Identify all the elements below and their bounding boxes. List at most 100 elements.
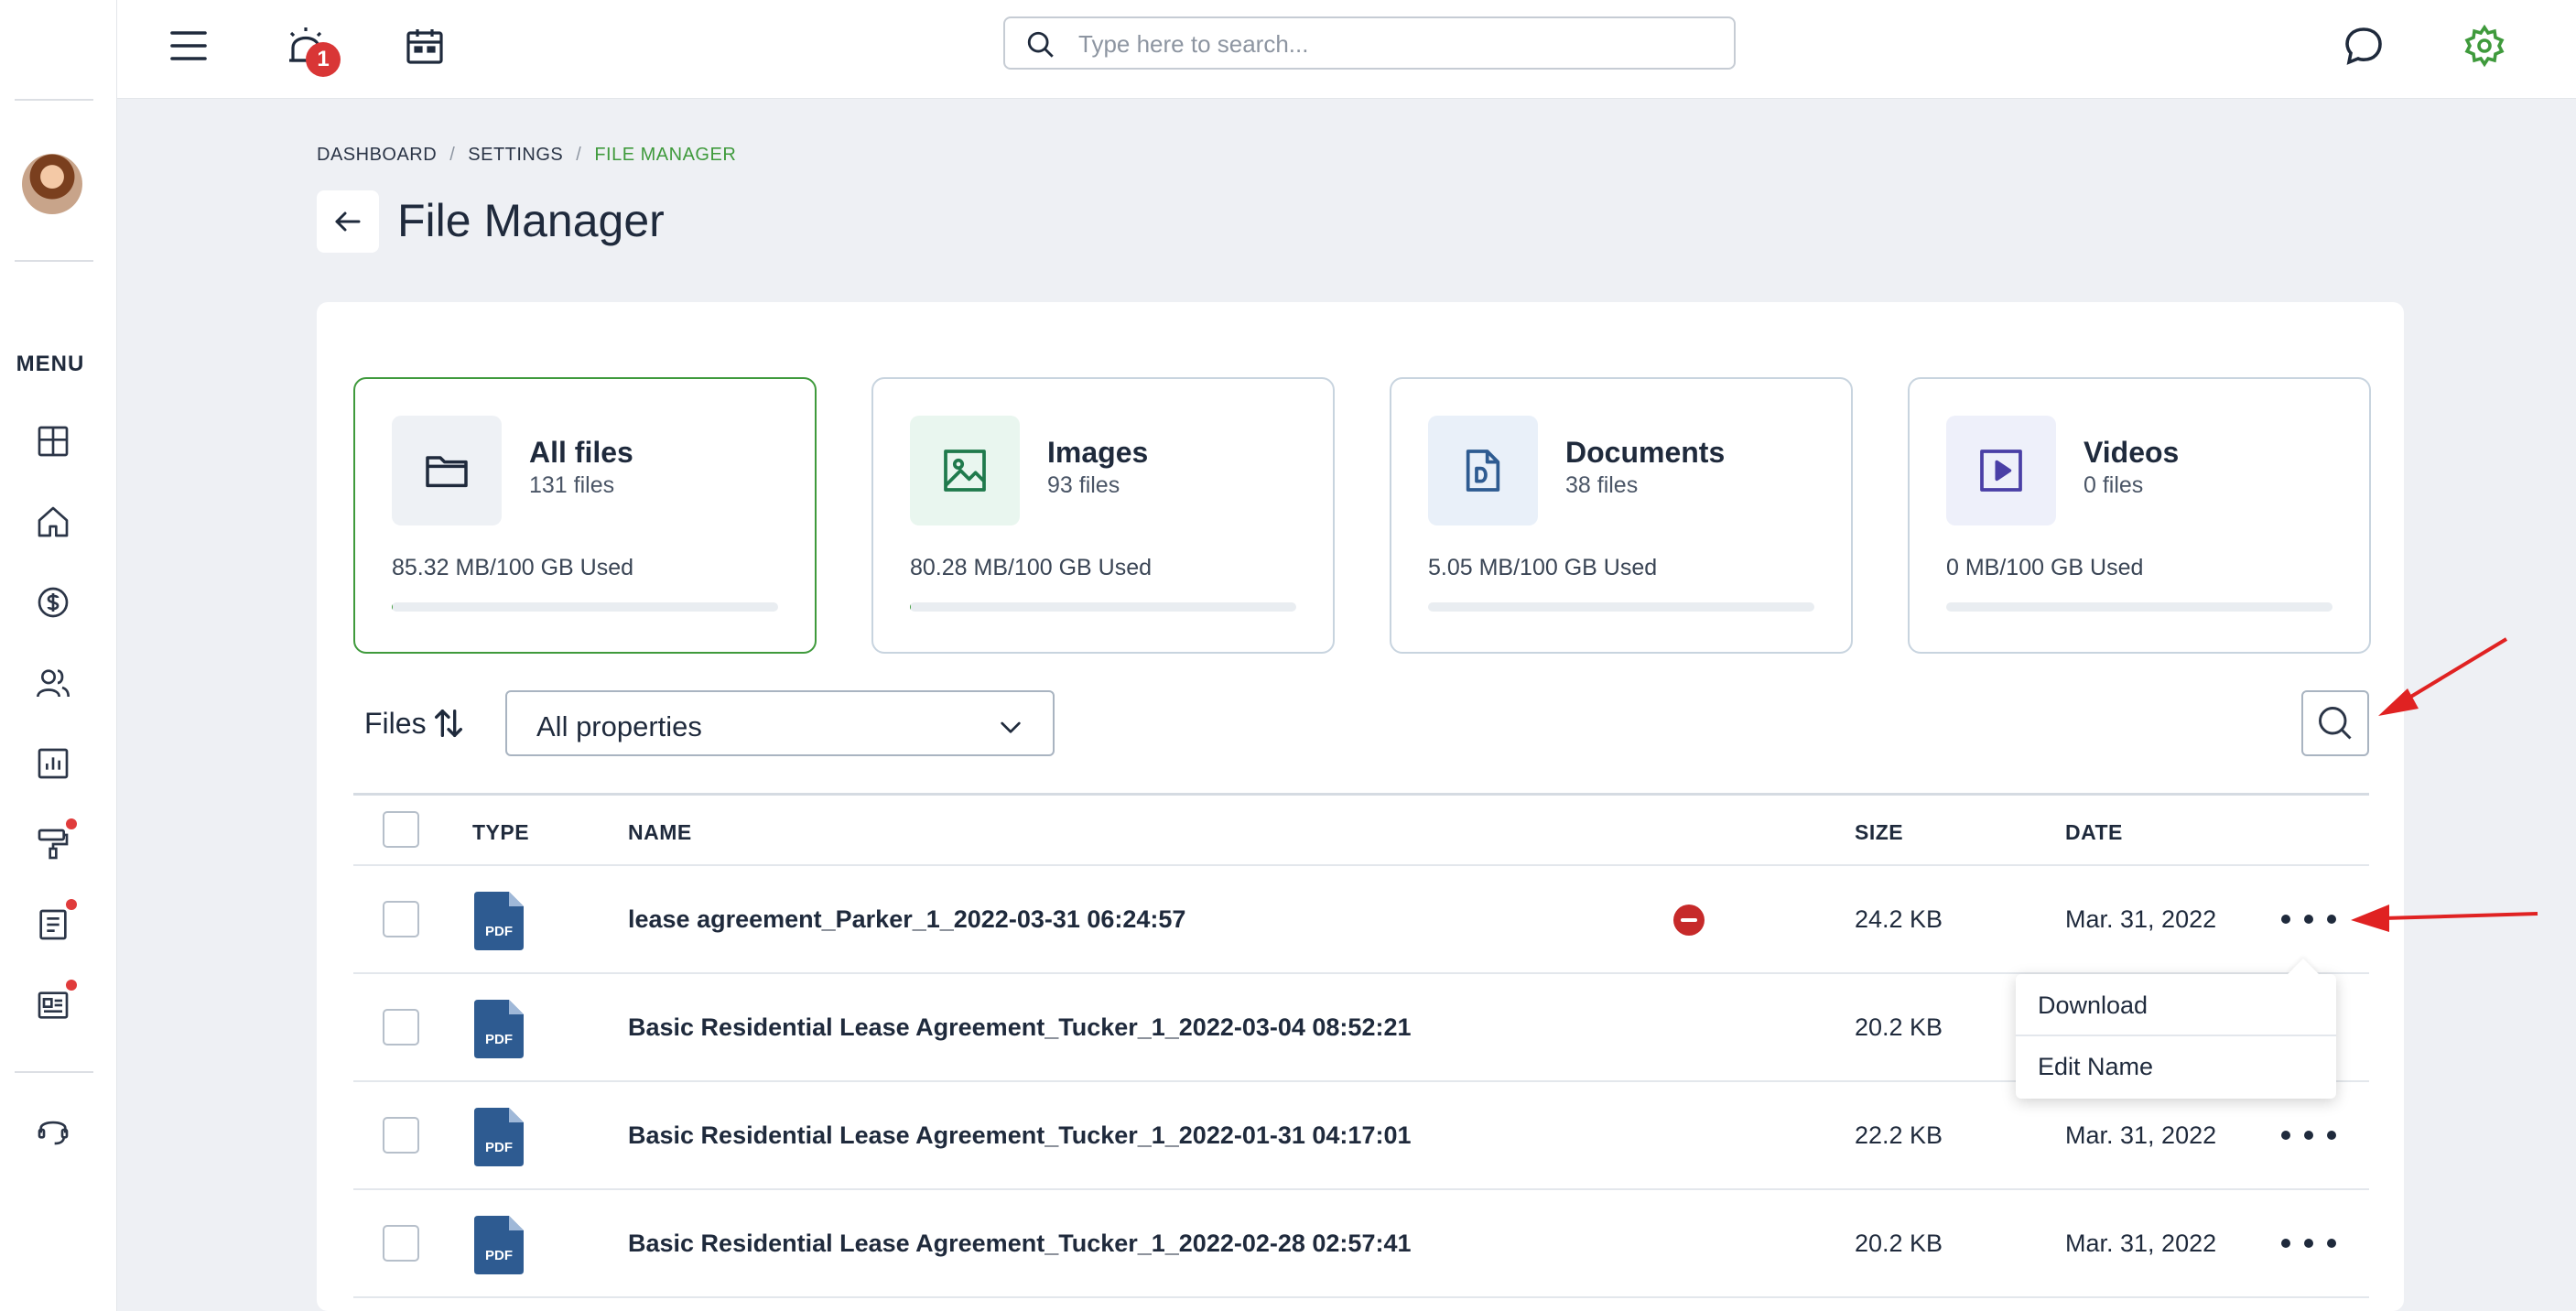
- menu-label: MENU: [16, 352, 85, 376]
- hamburger-menu-icon[interactable]: [163, 20, 214, 71]
- property-filter-select[interactable]: All properties: [505, 690, 1055, 756]
- pdf-file-icon: PDF: [474, 1216, 524, 1274]
- category-storage-used: 0 MB/100 GB Used: [1946, 555, 2144, 580]
- avatar[interactable]: [22, 154, 82, 214]
- page-title: File Manager: [397, 195, 665, 246]
- file-date: Mar. 31, 2022: [2065, 1230, 2217, 1257]
- column-date: DATE: [2065, 820, 2123, 844]
- category-storage-used: 5.05 MB/100 GB Used: [1428, 555, 1658, 580]
- arrow-left-icon: [335, 211, 361, 232]
- storage-progress-bar: [910, 602, 1296, 612]
- category-videos[interactable]: Videos 0 files 0 MB/100 GB Used: [1908, 377, 2371, 654]
- file-name[interactable]: Basic Residential Lease Agreement_Tucker…: [628, 1121, 1411, 1150]
- annotation-arrow: [2378, 637, 2508, 716]
- back-button[interactable]: [317, 190, 379, 253]
- file-size: 20.2 KB: [1855, 1230, 1943, 1257]
- row-more-options-icon[interactable]: [2281, 901, 2336, 937]
- table-row[interactable]: PDF Basic Residential Lease Agreement_Tu…: [353, 1190, 2369, 1298]
- top-bar: 1: [117, 0, 2576, 99]
- listing-icon[interactable]: [33, 980, 77, 1025]
- reports-icon[interactable]: [33, 743, 73, 784]
- category-count: 131 files: [529, 472, 615, 498]
- breadcrumb-file-manager: FILE MANAGER: [594, 145, 737, 165]
- notes-icon[interactable]: [33, 899, 77, 945]
- table-divider: [353, 793, 2369, 796]
- annotation-arrow: [2351, 905, 2538, 932]
- home-icon[interactable]: [33, 502, 73, 542]
- remove-icon[interactable]: [1673, 905, 1705, 936]
- column-size: SIZE: [1855, 820, 1904, 844]
- table-row[interactable]: PDF lease agreement_Parker_1_2022-03-31 …: [353, 866, 2369, 974]
- menu-item-edit-name[interactable]: Edit Name: [2016, 1036, 2336, 1097]
- category-storage-used: 80.28 MB/100 GB Used: [910, 555, 1153, 580]
- breadcrumb: DASHBOARD / SETTINGS / FILE MANAGER: [317, 145, 736, 166]
- svg-text:PDF: PDF: [485, 1032, 513, 1047]
- image-icon: [910, 416, 1020, 525]
- row-more-options-icon[interactable]: [2281, 1225, 2336, 1262]
- property-filter-value: All properties: [536, 710, 702, 742]
- pdf-file-icon: PDF: [474, 892, 524, 950]
- row-checkbox[interactable]: [383, 1009, 419, 1046]
- file-name[interactable]: Basic Residential Lease Agreement_Tucker…: [628, 1230, 1411, 1258]
- dollar-icon[interactable]: [33, 582, 73, 623]
- chevron-down-icon: [1001, 721, 1021, 733]
- file-size: 24.2 KB: [1855, 905, 1943, 933]
- row-checkbox[interactable]: [383, 901, 419, 937]
- select-all-checkbox[interactable]: [383, 811, 419, 848]
- storage-progress-bar: [392, 602, 778, 612]
- column-type: TYPE: [472, 820, 530, 844]
- menu-item-download[interactable]: Download: [2016, 976, 2336, 1036]
- file-name[interactable]: lease agreement_Parker_1_2022-03-31 06:2…: [628, 905, 1185, 934]
- global-search[interactable]: [1003, 16, 1736, 70]
- files-label: Files: [364, 706, 427, 740]
- notification-badge: 1: [306, 42, 341, 77]
- file-date: Mar. 31, 2022: [2065, 905, 2217, 933]
- search-input[interactable]: [1078, 26, 1710, 62]
- support-icon[interactable]: [33, 1110, 73, 1150]
- users-icon[interactable]: [33, 663, 73, 703]
- pdf-file-icon: PDF: [474, 1000, 524, 1058]
- category-all-files[interactable]: All files 131 files 85.32 MB/100 GB Used: [353, 377, 817, 654]
- row-checkbox[interactable]: [383, 1117, 419, 1154]
- svg-text:PDF: PDF: [485, 1140, 513, 1155]
- file-manager-card: All files 131 files 85.32 MB/100 GB Used…: [317, 302, 2404, 1311]
- file-search-button[interactable]: [2301, 690, 2369, 756]
- sidebar: MENU: [0, 0, 117, 1311]
- breadcrumb-separator: /: [449, 145, 456, 165]
- category-storage-used: 85.32 MB/100 GB Used: [392, 555, 634, 580]
- chat-icon[interactable]: [2338, 20, 2389, 71]
- table-header: TYPE NAME SIZE DATE: [353, 796, 2369, 866]
- search-icon: [2319, 707, 2352, 740]
- sort-icon: [434, 710, 462, 737]
- file-size: 22.2 KB: [1855, 1121, 1943, 1149]
- breadcrumb-settings[interactable]: SETTINGS: [468, 145, 563, 166]
- row-more-options-icon[interactable]: [2281, 1117, 2336, 1154]
- sidebar-divider: [15, 99, 93, 101]
- svg-text:PDF: PDF: [485, 924, 513, 939]
- storage-progress-bar: [1428, 602, 1814, 612]
- breadcrumb-separator: /: [576, 145, 582, 165]
- sidebar-divider: [15, 1071, 93, 1073]
- category-count: 38 files: [1565, 472, 1639, 498]
- column-name: NAME: [628, 820, 692, 844]
- calendar-icon[interactable]: [399, 20, 450, 71]
- files-sort-toggle[interactable]: Files: [364, 705, 467, 742]
- alarm-icon[interactable]: 1: [280, 20, 341, 77]
- row-checkbox[interactable]: [383, 1225, 419, 1262]
- file-name[interactable]: Basic Residential Lease Agreement_Tucker…: [628, 1013, 1411, 1042]
- pdf-file-icon: PDF: [474, 1108, 524, 1166]
- dashboard-icon[interactable]: [33, 421, 73, 461]
- breadcrumb-dashboard[interactable]: DASHBOARD: [317, 145, 437, 166]
- category-count: 93 files: [1047, 472, 1120, 498]
- document-icon: [1428, 416, 1538, 525]
- settings-gear-icon[interactable]: [2459, 20, 2510, 71]
- notification-dot: [66, 980, 77, 991]
- category-title: Documents: [1565, 436, 1726, 469]
- file-size: 20.2 KB: [1855, 1013, 1943, 1041]
- category-title: All files: [529, 436, 633, 469]
- category-title: Images: [1047, 436, 1149, 469]
- maintenance-icon[interactable]: [33, 818, 77, 864]
- category-images[interactable]: Images 93 files 80.28 MB/100 GB Used: [871, 377, 1335, 654]
- category-documents[interactable]: Documents 38 files 5.05 MB/100 GB Used: [1390, 377, 1853, 654]
- sidebar-divider: [15, 260, 93, 262]
